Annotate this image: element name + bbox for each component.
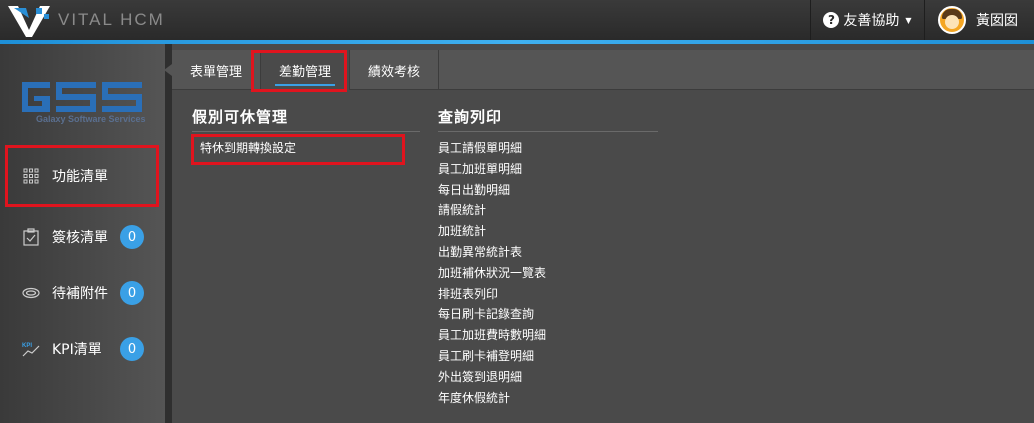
gss-logo-subtitle: Galaxy Software Services [36,114,146,124]
link-query-item[interactable]: 出勤異常統計表 [438,242,658,263]
count-badge: 0 [120,281,144,305]
highlight-box [251,50,347,92]
user-name: 黃囡囡 [976,13,1018,29]
attachment-icon [22,284,40,302]
sidebar-item-label: KPI清單 [52,342,102,358]
link-query-item[interactable]: 員工請假單明細 [438,138,658,159]
svg-text:KPI: KPI [22,343,32,349]
tab-performance-review[interactable]: 績效考核 [350,50,440,90]
count-badge: 0 [120,337,144,361]
top-bar: VITAL HCM ? 友善協助 ▼ 黃囡囡 [0,0,1034,44]
clipboard-icon [22,228,40,246]
tab-pointer-icon [164,64,172,76]
help-menu-button[interactable]: ? 友善協助 ▼ [810,0,925,40]
highlight-box [191,134,405,165]
link-query-item[interactable]: 員工刷卡補登明細 [438,346,658,367]
link-query-item[interactable]: 員工加班費時數明細 [438,325,658,346]
sidebar-item-approval-list[interactable]: 簽核清單 0 [0,209,160,265]
sidebar-item-pending-attachments[interactable]: 待補附件 0 [0,265,160,321]
link-query-item[interactable]: 每日出勤明細 [438,180,658,201]
question-icon: ? [823,12,840,28]
section-title: 查詢列印 [438,106,658,132]
sidebar: Galaxy Software Services 功能清單 簽核清單 0 待補附… [0,44,165,423]
sidebar-item-label: 簽核清單 [52,230,108,246]
query-print-section: 查詢列印 員工請假單明細 員工加班單明細 每日出勤明細 請假統計 加班統計 出勤… [438,106,658,408]
highlight-box [5,145,159,207]
help-label: 友善協助 [843,13,900,29]
query-link-list: 員工請假單明細 員工加班單明細 每日出勤明細 請假統計 加班統計 出勤異常統計表… [438,138,658,408]
avatar [938,6,966,34]
brand-name: VITAL HCM [58,10,165,29]
link-query-item[interactable]: 員工加班單明細 [438,159,658,180]
link-query-item[interactable]: 加班統計 [438,221,658,242]
sidebar-divider [165,44,172,423]
section-title: 假別可休管理 [192,106,420,132]
link-query-item[interactable]: 排班表列印 [438,284,658,305]
sidebar-item-label: 待補附件 [52,286,108,302]
vital-logo-icon[interactable] [6,4,52,38]
link-query-item[interactable]: 外出簽到退明細 [438,367,658,388]
caret-down-icon: ▼ [905,15,912,25]
kpi-icon: KPI [22,340,40,358]
user-menu[interactable]: 黃囡囡 [926,0,1034,40]
link-query-item[interactable]: 每日刷卡記錄查詢 [438,304,658,325]
link-query-item[interactable]: 請假統計 [438,200,658,221]
sidebar-item-kpi-list[interactable]: KPI KPI清單 0 [0,321,160,377]
link-query-item[interactable]: 加班補休狀況一覽表 [438,263,658,284]
link-query-item[interactable]: 年度休假統計 [438,388,658,409]
main-content: 表單管理 差勤管理 績效考核 假別可休管理 特休到期轉換設定 查詢列印 員工請假… [164,50,1034,423]
gss-logo [22,82,142,112]
tab-form-management[interactable]: 表單管理 [172,50,262,90]
count-badge: 0 [120,225,144,249]
